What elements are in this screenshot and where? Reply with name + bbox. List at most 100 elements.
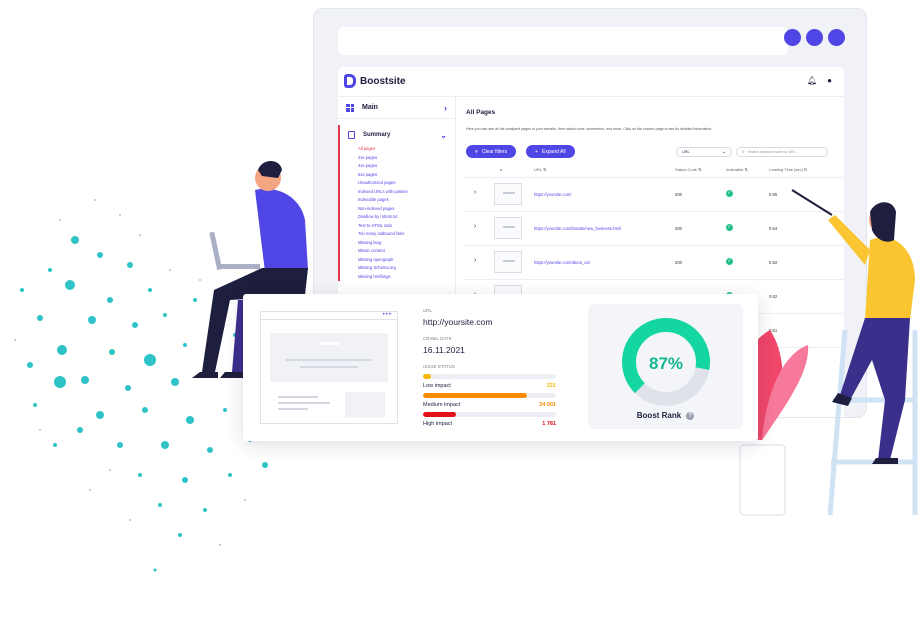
rank-gauge: 87%: [622, 318, 710, 406]
sidebar-subitem[interactable]: Missin content: [358, 247, 455, 256]
window-dot-icon[interactable]: [784, 29, 801, 46]
page-thumbnail: [494, 217, 522, 239]
sidebar-subitem[interactable]: Missing opengraph: [358, 256, 455, 265]
sidebar-subitem[interactable]: Indexed URLs with passes: [358, 188, 455, 197]
row-time: 0.51: [769, 328, 778, 333]
sidebar-item-label: Summary: [363, 132, 391, 138]
row-url[interactable]: https://yoursite.com/: [534, 192, 571, 197]
row-time: 0.62: [769, 294, 778, 299]
address-bar[interactable]: [338, 27, 788, 55]
expand-row-icon[interactable]: ›: [474, 257, 476, 264]
app-header: Boostsite 🔔︎ ●: [338, 67, 844, 97]
check-icon: ✓: [726, 258, 733, 265]
row-time: 0.52: [769, 260, 778, 265]
page-thumbnail: [494, 251, 522, 273]
window-dot-icon[interactable]: [828, 29, 845, 46]
sidebar-subitem[interactable]: Non-indexed pages: [358, 205, 455, 214]
row-status: 200: [675, 226, 682, 231]
issue-low: Low impact 221: [423, 374, 556, 389]
sidebar-item-summary[interactable]: Summary ⌄: [338, 125, 455, 145]
sidebar-subitem[interactable]: All pages: [358, 145, 455, 154]
issue-status-label: ISSUE STATUS: [423, 364, 456, 369]
boost-rank-panel: 87% Boost Rank?: [588, 304, 743, 429]
sidebar-subitem[interactable]: 5xx pages: [358, 171, 455, 180]
sidebar-subitem[interactable]: 4xx pages: [358, 162, 455, 171]
row-url[interactable]: https://yoursite.com/brands/new_business…: [534, 226, 621, 231]
search-input[interactable]: ⚲ Search keyword name or URL...: [736, 147, 828, 157]
sidebar-subitem[interactable]: Unauthorized pages: [358, 179, 455, 188]
more-icon: •••: [382, 312, 392, 318]
search-icon: ⚲: [742, 150, 745, 154]
button-label: Clear filters: [481, 148, 508, 155]
issue-name: Medium impact: [423, 402, 461, 408]
issue-bar: [423, 412, 556, 417]
column-select[interactable]: URL ⌄: [676, 147, 732, 157]
sidebar-item-main[interactable]: Main ›: [338, 97, 455, 119]
page-thumbnail: [494, 183, 522, 205]
row-time: 0.65: [769, 192, 778, 197]
row-time: 0.69: [769, 362, 778, 367]
issue-medium: Medium impact 34 001: [423, 393, 556, 408]
button-label: Expand All: [541, 148, 566, 155]
rank-title: Boost Rank?: [588, 411, 743, 420]
issue-count: 1 781: [542, 421, 556, 427]
issue-bar: [423, 393, 556, 398]
issue-count: 34 001: [539, 402, 556, 408]
sidebar-submenu: All pages 2xx pages 4xx pages 5xx pages …: [338, 145, 455, 281]
issue-count: 221: [546, 383, 556, 389]
brand-name: Boostsite: [360, 75, 406, 87]
table-row[interactable]: › https://yoursite.com/about_us/ 200 ✓ 0…: [464, 245, 844, 278]
table-row[interactable]: › https://yoursite.com/ 200 ✓ 0.65: [464, 177, 844, 210]
expand-row-icon[interactable]: ›: [474, 223, 476, 230]
row-url[interactable]: https://yoursite.com/about_us/: [534, 260, 590, 265]
sidebar-subitem[interactable]: Missing Schema.org: [358, 264, 455, 273]
search-placeholder: Search keyword name or URL...: [747, 150, 799, 154]
column-header: #: [500, 167, 503, 172]
column-header-loading[interactable]: Loading Time [sec] ⇅: [769, 167, 807, 172]
sidebar-subitem[interactable]: Missing lang: [358, 239, 455, 248]
logo-icon: [344, 74, 356, 88]
sidebar-subitem[interactable]: Too many outbound links: [358, 230, 455, 239]
chevron-right-icon: ›: [444, 102, 447, 113]
crawl-date-label: CRAWL DATE: [423, 336, 452, 341]
plus-icon: +: [535, 148, 538, 155]
rank-value: 87%: [649, 354, 683, 373]
issue-name: Low impact: [423, 383, 451, 389]
sidebar-subitem[interactable]: Disallow by robots.txt: [358, 213, 455, 222]
crawl-date-value: 16.11.2021: [423, 345, 465, 355]
row-status: 200: [675, 260, 682, 265]
page-detail-card: ••• URL http://yoursite.com CRAWL DATE 1…: [243, 294, 758, 441]
clear-filters-button[interactable]: ⩔ Clear filters: [466, 145, 517, 158]
bell-icon[interactable]: 🔔︎: [807, 76, 817, 85]
column-header-url[interactable]: URL ⇅: [534, 167, 546, 172]
sidebar-subitem[interactable]: Missing hreflangs: [358, 273, 455, 282]
page-description: Here you can see all the analyzed pages …: [466, 127, 713, 131]
row-status: 200: [675, 192, 682, 197]
check-icon: ✓: [726, 190, 733, 197]
sidebar-subitem[interactable]: 2xx pages: [358, 154, 455, 163]
user-icon[interactable]: ●: [827, 76, 832, 85]
filter-icon: ⩔: [475, 148, 478, 155]
row-time: 0.54: [769, 226, 778, 231]
window-dot-icon[interactable]: [806, 29, 823, 46]
sidebar-subitem[interactable]: Indexable pages: [358, 196, 455, 205]
column-header-indexable[interactable]: Indexable ⇅: [726, 167, 748, 172]
grid-icon: [346, 103, 354, 112]
url-value[interactable]: http://yoursite.com: [423, 317, 556, 327]
check-icon: ✓: [726, 224, 733, 231]
issue-name: High impact: [423, 421, 453, 427]
url-label: URL: [423, 308, 432, 313]
page-metadata: URL http://yoursite.com CRAWL DATE 16.11…: [423, 308, 556, 427]
sidebar-subitem[interactable]: Text to HTML ratio: [358, 222, 455, 231]
sidebar-item-label: Main: [362, 104, 378, 111]
document-icon: [348, 131, 355, 139]
help-icon[interactable]: ?: [686, 412, 695, 420]
chevron-down-icon: ⌄: [440, 130, 447, 140]
issue-bar: [423, 374, 556, 379]
table-row[interactable]: › https://yoursite.com/brands/new_busine…: [464, 211, 844, 244]
column-header-status[interactable]: Status Code ⇅: [675, 167, 701, 172]
expand-row-icon[interactable]: ›: [474, 189, 476, 196]
brand-logo[interactable]: Boostsite: [344, 74, 406, 88]
select-value: URL: [682, 150, 690, 154]
expand-all-button[interactable]: + Expand All: [526, 145, 575, 158]
